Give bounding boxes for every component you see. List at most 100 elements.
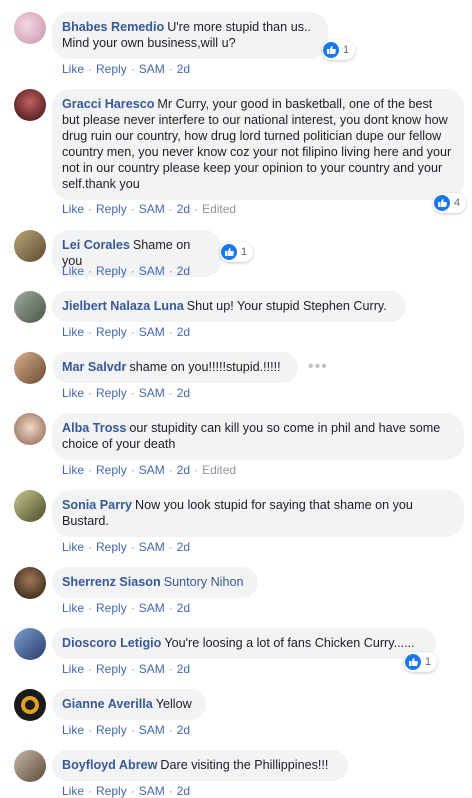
comment-author[interactable]: Sonia Parry	[62, 498, 132, 512]
more-options-icon[interactable]: •••	[308, 358, 328, 376]
reply-link[interactable]: Reply	[96, 540, 127, 554]
timestamp[interactable]: 2d	[177, 325, 190, 339]
avatar[interactable]	[14, 490, 46, 522]
comment-author[interactable]: Bhabes Remedio	[62, 20, 164, 34]
reaction-count[interactable]: 4	[433, 193, 467, 213]
like-link[interactable]: Like	[62, 202, 84, 216]
like-link[interactable]: Like	[62, 463, 84, 477]
timestamp[interactable]: 2d	[177, 62, 190, 76]
avatar[interactable]	[14, 230, 46, 262]
sam-link[interactable]: SAM	[139, 386, 165, 400]
like-link[interactable]: Like	[62, 723, 84, 737]
reaction-number: 4	[454, 197, 461, 209]
comment-author[interactable]: Mar Salvdr	[62, 360, 126, 374]
timestamp[interactable]: 2d	[177, 601, 190, 615]
like-link[interactable]: Like	[62, 784, 84, 798]
comment-text: You're loosing a lot of fans Chicken Cur…	[164, 636, 415, 650]
sam-link[interactable]: SAM	[139, 540, 165, 554]
sam-link[interactable]: SAM	[139, 784, 165, 798]
sam-link[interactable]: SAM	[139, 325, 165, 339]
reply-link[interactable]: Reply	[96, 264, 127, 278]
reaction-count[interactable]: 1	[322, 40, 356, 60]
avatar[interactable]	[14, 89, 46, 121]
comment-author[interactable]: Alba Tross	[62, 421, 126, 435]
reply-link[interactable]: Reply	[96, 601, 127, 615]
thumbs-up-icon	[434, 195, 450, 211]
comment-author[interactable]: Gianne Averilla	[62, 697, 153, 711]
comment-text: Dare visiting the Phillippines!!!	[160, 758, 329, 772]
comment-bubble: Sherrenz Siason Suntory Nihon	[52, 567, 258, 598]
avatar[interactable]	[14, 413, 46, 445]
comment-bubble: Gianne Averilla Yellow	[52, 689, 206, 720]
comment-text: Mr Curry, your good in basketball, one o…	[62, 97, 452, 191]
avatar[interactable]	[14, 291, 46, 323]
comment-actions: Like · Reply · SAM · 2d · Edited	[62, 202, 237, 216]
timestamp[interactable]: 2d	[177, 264, 190, 278]
comment-author[interactable]: Gracci Haresco	[62, 97, 154, 111]
thumbs-up-icon	[323, 42, 339, 58]
sam-link[interactable]: SAM	[139, 463, 165, 477]
like-link[interactable]: Like	[62, 662, 84, 676]
reply-link[interactable]: Reply	[96, 463, 127, 477]
timestamp[interactable]: 2d	[177, 662, 190, 676]
timestamp[interactable]: 2d	[177, 463, 190, 477]
comment-author[interactable]: Dioscoro Letigio	[62, 636, 161, 650]
reaction-number: 1	[425, 656, 432, 668]
comment-bubble: Sonia Parry Now you look stupid for sayin…	[52, 490, 464, 537]
edited-label[interactable]: Edited	[202, 463, 236, 477]
reply-link[interactable]: Reply	[96, 662, 127, 676]
timestamp[interactable]: 2d	[177, 784, 190, 798]
reply-link[interactable]: Reply	[96, 325, 127, 339]
reply-link[interactable]: Reply	[96, 723, 127, 737]
sam-link[interactable]: SAM	[139, 723, 165, 737]
comment-author[interactable]: Boyfloyd Abrew	[62, 758, 157, 772]
sam-link[interactable]: SAM	[139, 601, 165, 615]
avatar-emblem	[21, 696, 39, 714]
avatar[interactable]	[14, 352, 46, 384]
avatar[interactable]	[14, 689, 46, 721]
reply-link[interactable]: Reply	[96, 202, 127, 216]
comment-actions: Like · Reply · SAM · 2d	[62, 784, 191, 798]
comment-bubble: Gracci Haresco Mr Curry, your good in bas…	[52, 89, 464, 200]
comment-actions: Like · Reply · SAM · 2d	[62, 723, 191, 737]
timestamp[interactable]: 2d	[177, 540, 190, 554]
sam-link[interactable]: SAM	[139, 62, 165, 76]
comment-actions: Like · Reply · SAM · 2d	[62, 601, 191, 615]
timestamp[interactable]: 2d	[177, 723, 190, 737]
comment-text: Yellow	[155, 697, 192, 711]
reply-link[interactable]: Reply	[96, 386, 127, 400]
reply-link[interactable]: Reply	[96, 62, 127, 76]
comment-author[interactable]: Lei Corales	[62, 238, 130, 252]
like-link[interactable]: Like	[62, 386, 84, 400]
thumbs-up-icon	[405, 654, 421, 670]
like-link[interactable]: Like	[62, 325, 84, 339]
like-link[interactable]: Like	[62, 540, 84, 554]
reaction-count[interactable]: 1	[404, 652, 438, 672]
reaction-number: 1	[343, 44, 350, 56]
avatar[interactable]	[14, 628, 46, 660]
comment-actions: Like · Reply · SAM · 2d · Edited	[62, 463, 237, 477]
avatar[interactable]	[14, 567, 46, 599]
sam-link[interactable]: SAM	[139, 264, 165, 278]
comment-actions: Like · Reply · SAM · 2d	[62, 62, 191, 76]
comment-bubble: Alba Tross our stupidity can kill you so …	[52, 413, 464, 460]
reply-link[interactable]: Reply	[96, 784, 127, 798]
timestamp[interactable]: 2d	[177, 386, 190, 400]
comment-actions: Like · Reply · SAM · 2d	[62, 325, 191, 339]
comment-author[interactable]: Sherrenz Siason	[62, 575, 161, 589]
comment-actions: Like · Reply · SAM · 2d	[62, 386, 191, 400]
like-link[interactable]: Like	[62, 264, 84, 278]
comment-bubble: Boyfloyd Abrew Dare visiting the Phillipp…	[52, 750, 348, 781]
comment-list: Bhabes Remedio U're more stupid than us..…	[0, 0, 472, 798]
avatar[interactable]	[14, 12, 46, 44]
like-link[interactable]: Like	[62, 62, 84, 76]
comment-bubble: Jielbert Nalaza Luna Shut up! Your stupid…	[52, 291, 406, 322]
sam-link[interactable]: SAM	[139, 662, 165, 676]
timestamp[interactable]: 2d	[177, 202, 190, 216]
sam-link[interactable]: SAM	[139, 202, 165, 216]
like-link[interactable]: Like	[62, 601, 84, 615]
reaction-count[interactable]: 1	[220, 242, 254, 262]
avatar[interactable]	[14, 750, 46, 782]
edited-label[interactable]: Edited	[202, 202, 236, 216]
comment-author[interactable]: Jielbert Nalaza Luna	[62, 299, 184, 313]
